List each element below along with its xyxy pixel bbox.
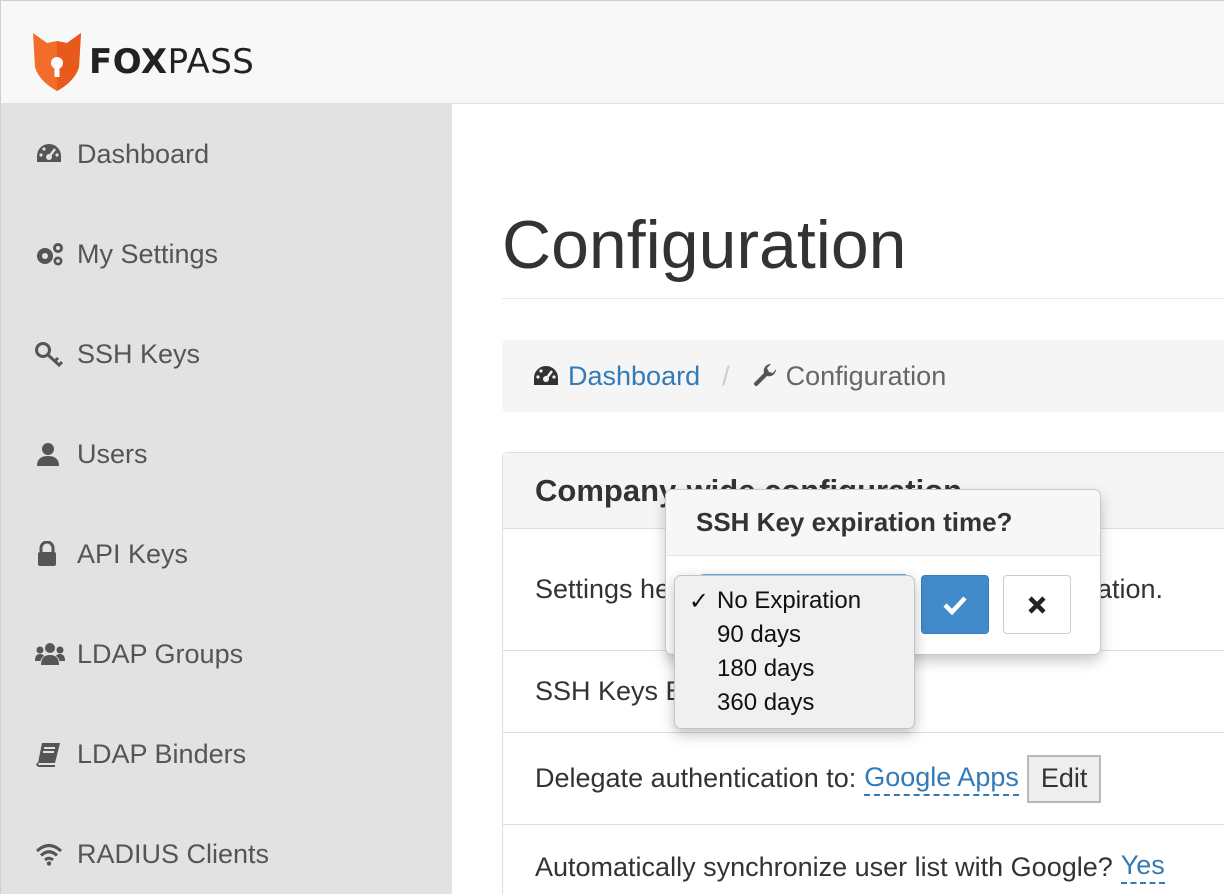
sidebar: Dashboard My Settings SSH Keys Users API… xyxy=(0,104,452,894)
sidebar-item-label: LDAP Binders xyxy=(77,738,247,769)
sidebar-item-api-keys[interactable]: API Keys xyxy=(35,534,188,574)
google-sync-label: Automatically synchronize user list with… xyxy=(535,851,1113,882)
wifi-icon xyxy=(35,840,65,868)
sidebar-item-radius-clients[interactable]: RADIUS Clients xyxy=(35,834,269,874)
settings-help-text-start: Settings he xyxy=(535,574,671,604)
brand[interactable]: FOXPASS xyxy=(33,33,254,91)
sidebar-item-label: Users xyxy=(77,438,148,469)
dropdown-option-180-days[interactable]: 180 days xyxy=(675,652,914,686)
settings-help-text-end: ation. xyxy=(1096,574,1163,604)
sidebar-item-label: LDAP Groups xyxy=(77,638,244,669)
lock-icon xyxy=(35,540,65,568)
expiration-dropdown-menu: ✓ No Expiration 90 days 180 days 360 day… xyxy=(674,575,915,729)
breadcrumb: Dashboard / Configuration xyxy=(502,340,1224,412)
gears-icon xyxy=(35,240,65,268)
delegate-auth-value[interactable]: Google Apps xyxy=(864,762,1019,796)
sidebar-item-ldap-binders[interactable]: LDAP Binders xyxy=(35,734,246,774)
sidebar-item-my-settings[interactable]: My Settings xyxy=(35,234,218,274)
dashboard-icon xyxy=(35,140,65,168)
sidebar-item-label: API Keys xyxy=(77,538,189,569)
brand-name-bold: FOX xyxy=(89,42,168,82)
delegate-edit-button[interactable]: Edit xyxy=(1026,754,1102,803)
users-icon xyxy=(35,640,65,668)
dropdown-option-90-days[interactable]: 90 days xyxy=(675,618,914,652)
cancel-button[interactable] xyxy=(1003,575,1071,634)
delegate-auth-label: Delegate authentication to: xyxy=(535,763,857,793)
wrench-icon xyxy=(752,363,778,389)
sidebar-item-label: RADIUS Clients xyxy=(77,838,270,869)
top-navbar: FOXPASS xyxy=(0,0,1224,104)
sidebar-item-dashboard[interactable]: Dashboard xyxy=(35,134,209,174)
times-icon xyxy=(1028,595,1046,614)
check-icon xyxy=(943,595,967,615)
sidebar-item-ldap-groups[interactable]: LDAP Groups xyxy=(35,634,243,674)
dropdown-option-no-expiration[interactable]: ✓ No Expiration xyxy=(675,584,914,618)
popover-title: SSH Key expiration time? xyxy=(666,490,1100,556)
checkmark-icon: ✓ xyxy=(688,587,709,615)
breadcrumb-dashboard-link[interactable]: Dashboard xyxy=(568,361,700,392)
foxpass-logo-icon xyxy=(33,33,81,91)
sidebar-item-label: SSH Keys xyxy=(77,338,201,369)
user-icon xyxy=(35,440,65,468)
sidebar-item-users[interactable]: Users xyxy=(35,434,148,474)
brand-name-rest: PASS xyxy=(167,42,255,82)
brand-name: FOXPASS xyxy=(89,42,254,82)
ssh-key-expiration-label: SSH Keys E xyxy=(535,676,684,706)
key-icon xyxy=(35,340,65,368)
dropdown-option-label: 180 days xyxy=(717,655,815,682)
page-title: Configuration xyxy=(502,207,907,283)
delegate-auth-row: Delegate authentication to: Google Apps … xyxy=(503,733,1224,825)
breadcrumb-separator: / xyxy=(722,360,730,391)
sidebar-item-ssh-keys[interactable]: SSH Keys xyxy=(35,334,200,374)
dropdown-option-360-days[interactable]: 360 days xyxy=(675,686,914,720)
google-sync-value[interactable]: Yes xyxy=(1120,850,1165,884)
dropdown-option-label: No Expiration xyxy=(717,587,862,614)
dropdown-option-label: 360 days xyxy=(717,689,815,716)
title-divider xyxy=(502,298,1224,299)
dropdown-option-label: 90 days xyxy=(717,621,802,648)
sidebar-item-label: My Settings xyxy=(77,238,219,269)
google-sync-row: Automatically synchronize user list with… xyxy=(503,825,1224,894)
confirm-button[interactable] xyxy=(921,575,989,634)
book-icon xyxy=(35,740,65,768)
breadcrumb-current: Configuration xyxy=(785,360,947,391)
sidebar-item-label: Dashboard xyxy=(77,138,210,169)
dashboard-icon xyxy=(532,365,560,387)
